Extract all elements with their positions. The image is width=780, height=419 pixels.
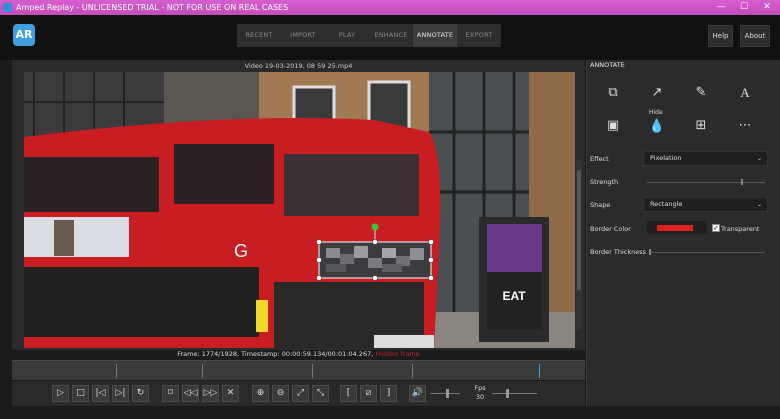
- timeline-marker: [202, 364, 203, 378]
- border-color-label: Border Color: [590, 225, 631, 233]
- clear-range-icon[interactable]: ⧄: [360, 385, 377, 402]
- loop-icon[interactable]: ↻: [132, 385, 149, 402]
- mark-in-icon[interactable]: [: [340, 385, 357, 402]
- effect-value: Pixelation: [650, 154, 682, 162]
- pencil-icon[interactable]: ✎: [689, 82, 713, 104]
- tab-enhance[interactable]: ENHANCE: [369, 24, 413, 47]
- play-icon[interactable]: ▷: [52, 385, 69, 402]
- frame-info: Frame: 1774/1928, Timestamp: 00:00:59.13…: [177, 350, 374, 358]
- annotate-panel: ANNOTATE ⧉ ↗ ✎ A ▣ Hide 💧 ⊞ ⋯ Effect Pix…: [586, 60, 780, 406]
- zoom-in-icon[interactable]: ⊕: [252, 385, 269, 402]
- app-icon: [3, 3, 12, 12]
- image-icon[interactable]: ▣: [601, 115, 625, 137]
- volume-icon[interactable]: 🔊: [409, 385, 426, 402]
- video-viewer: Video 19-03-2019, 08 59 25.mp4 EAT G: [12, 60, 585, 350]
- fast-forward-icon[interactable]: ▷▷: [202, 385, 219, 402]
- border-thickness-slider-knob[interactable]: [649, 249, 651, 255]
- app-logo: AR: [13, 24, 35, 46]
- chevron-down-icon: ⌄: [756, 155, 762, 162]
- tab-import[interactable]: IMPORT: [281, 24, 325, 47]
- main-nav-tabs: RECENT IMPORT PLAY ENHANCE ANNOTATE EXPO…: [237, 24, 501, 47]
- shape-label: Shape: [590, 201, 611, 209]
- timeline-marker: [412, 364, 413, 378]
- video-frame-image: EAT G: [24, 72, 575, 348]
- shapes-icon[interactable]: ⧉: [601, 82, 625, 104]
- shape-select[interactable]: Rectangle ⌄: [643, 197, 768, 212]
- frame-info-bar: Frame: 1774/1928, Timestamp: 00:00:59.13…: [12, 348, 585, 360]
- pixelation-annotation[interactable]: [316, 220, 442, 282]
- maximize-button[interactable]: ☐: [733, 0, 755, 15]
- rewind-icon[interactable]: ◁◁: [182, 385, 199, 402]
- timeline-marker: [116, 364, 117, 378]
- next-frame-icon[interactable]: ▷|: [112, 385, 129, 402]
- timeline[interactable]: [12, 360, 585, 380]
- help-button[interactable]: Help: [708, 25, 733, 47]
- border-color-picker[interactable]: [647, 221, 707, 234]
- strength-label: Strength: [590, 178, 619, 186]
- fps-slider-knob[interactable]: [506, 389, 509, 398]
- shape-value: Rectangle: [650, 200, 683, 208]
- mark-out-icon[interactable]: ]: [380, 385, 397, 402]
- volume-slider-knob[interactable]: [446, 389, 449, 398]
- border-color-swatch: [657, 225, 693, 231]
- fps-label: Fps: [474, 384, 486, 392]
- about-button[interactable]: About: [740, 25, 770, 47]
- fps-display: Fps 30: [472, 384, 488, 402]
- arrow-icon[interactable]: ↗: [645, 82, 669, 104]
- effect-label: Effect: [590, 155, 609, 163]
- panel-scrollbar[interactable]: [576, 160, 582, 330]
- tab-play[interactable]: PLAY: [325, 24, 369, 47]
- chevron-down-icon: ⌄: [756, 201, 762, 208]
- hidden-frame-stamp: Hidden frame: [375, 350, 420, 358]
- fps-slider[interactable]: [492, 393, 537, 394]
- svg-text:EAT: EAT: [502, 289, 526, 303]
- volume-slider[interactable]: [430, 393, 460, 394]
- close-segment-icon[interactable]: ✕: [222, 385, 239, 402]
- timeline-marker: [312, 364, 313, 378]
- border-thickness-slider[interactable]: [649, 252, 765, 253]
- stop-icon[interactable]: □: [72, 385, 89, 402]
- top-toolbar: AR RECENT IMPORT PLAY ENHANCE ANNOTATE E…: [0, 15, 780, 60]
- text-icon[interactable]: A: [733, 82, 757, 104]
- minimize-button[interactable]: —: [710, 0, 732, 15]
- video-frame[interactable]: EAT G: [24, 72, 575, 348]
- expand-icon[interactable]: ⤢: [292, 385, 309, 402]
- rotate-handle[interactable]: [371, 223, 379, 231]
- video-title: Video 19-03-2019, 08 59 25.mp4: [12, 60, 585, 72]
- svg-text:G: G: [234, 241, 248, 261]
- window-title: Amped Replay - UNLICENSED TRIAL - NOT FO…: [16, 3, 289, 12]
- tab-annotate[interactable]: ANNOTATE: [413, 24, 457, 47]
- transparent-label: Transparent: [721, 225, 760, 233]
- magnify-region-icon[interactable]: ⊞: [689, 115, 713, 137]
- transparent-checkbox[interactable]: ✓: [712, 224, 720, 232]
- close-button[interactable]: ✕: [756, 0, 778, 15]
- border-thickness-label: Border Thickness: [590, 248, 646, 256]
- fps-value: 30: [475, 393, 485, 401]
- more-icon[interactable]: ⋯: [733, 115, 757, 137]
- fit-icon[interactable]: ⤡: [312, 385, 329, 402]
- playhead[interactable]: [539, 364, 540, 378]
- effect-select[interactable]: Pixelation ⌄: [643, 151, 768, 166]
- window-titlebar: Amped Replay - UNLICENSED TRIAL - NOT FO…: [0, 0, 780, 15]
- scrollbar-thumb[interactable]: [577, 170, 581, 290]
- zoom-out-icon[interactable]: ⊖: [272, 385, 289, 402]
- hide-drop-icon[interactable]: 💧: [645, 116, 669, 138]
- panel-title: ANNOTATE: [590, 61, 625, 69]
- previous-frame-icon[interactable]: |◁: [92, 385, 109, 402]
- strength-slider[interactable]: [647, 182, 765, 183]
- bookmark-icon[interactable]: ⌑: [162, 385, 179, 402]
- strength-slider-knob[interactable]: [741, 179, 743, 185]
- tab-export[interactable]: EXPORT: [457, 24, 501, 47]
- hide-tool-label: Hide: [649, 109, 663, 116]
- playback-controls: ▷ □ |◁ ▷| ↻ ⌑ ◁◁ ▷▷ ✕ ⊕ ⊖ ⤢ ⤡ [ ⧄ ] 🔊 Fp…: [12, 381, 585, 406]
- tab-recent[interactable]: RECENT: [237, 24, 281, 47]
